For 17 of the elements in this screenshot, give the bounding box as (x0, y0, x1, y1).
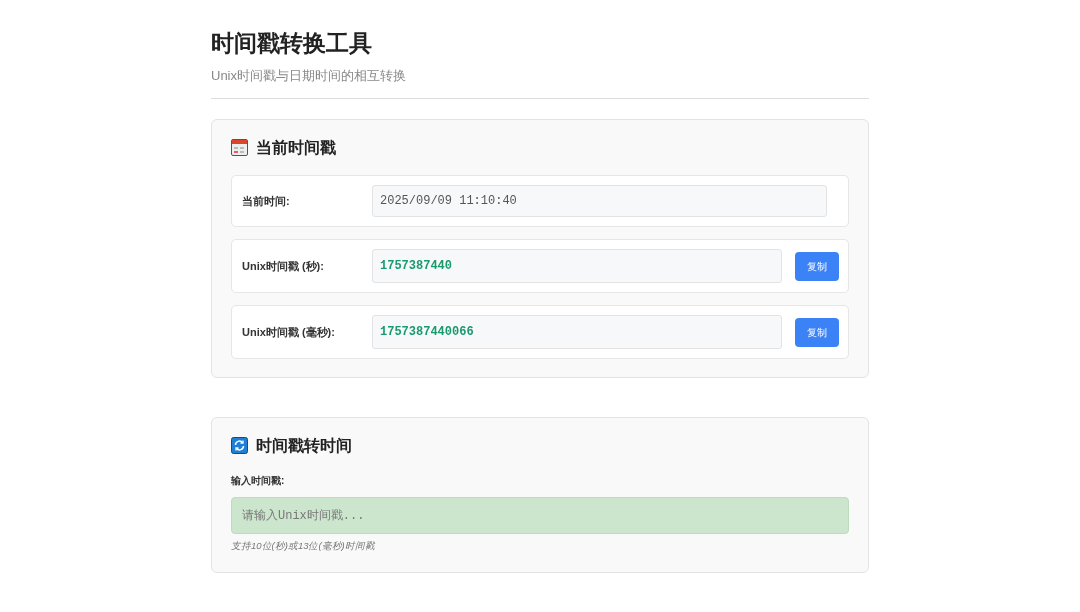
field-label: 输入时间戳: (231, 474, 286, 489)
calendar-icon (231, 139, 248, 157)
section-title: 当前时间戳 (256, 138, 336, 158)
refresh-icon (231, 437, 248, 455)
row-label: Unix时间戳 (毫秒): (242, 325, 336, 341)
copy-button[interactable]: 复制 (795, 251, 839, 281)
page-subtitle: Unix时间戳与日期时间的相互转换 (211, 66, 407, 85)
copy-button[interactable]: 复制 (795, 317, 839, 347)
hint-text: 支持10位(秒)或13位(毫秒)时间戳 (231, 539, 376, 554)
row-label: Unix时间戳 (秒): (242, 259, 325, 275)
value-field: 1757387440 (372, 249, 782, 284)
row-label: 当前时间: (242, 194, 291, 210)
value-field: 2025/09/09 11:10:40 (372, 185, 827, 218)
value-field: 1757387440066 (372, 315, 782, 350)
page-title: 时间戳转换工具 (211, 30, 373, 58)
timestamp-input[interactable]: 请输入Unix时间戳... (231, 497, 849, 535)
section-title: 时间戳转时间 (256, 436, 352, 456)
